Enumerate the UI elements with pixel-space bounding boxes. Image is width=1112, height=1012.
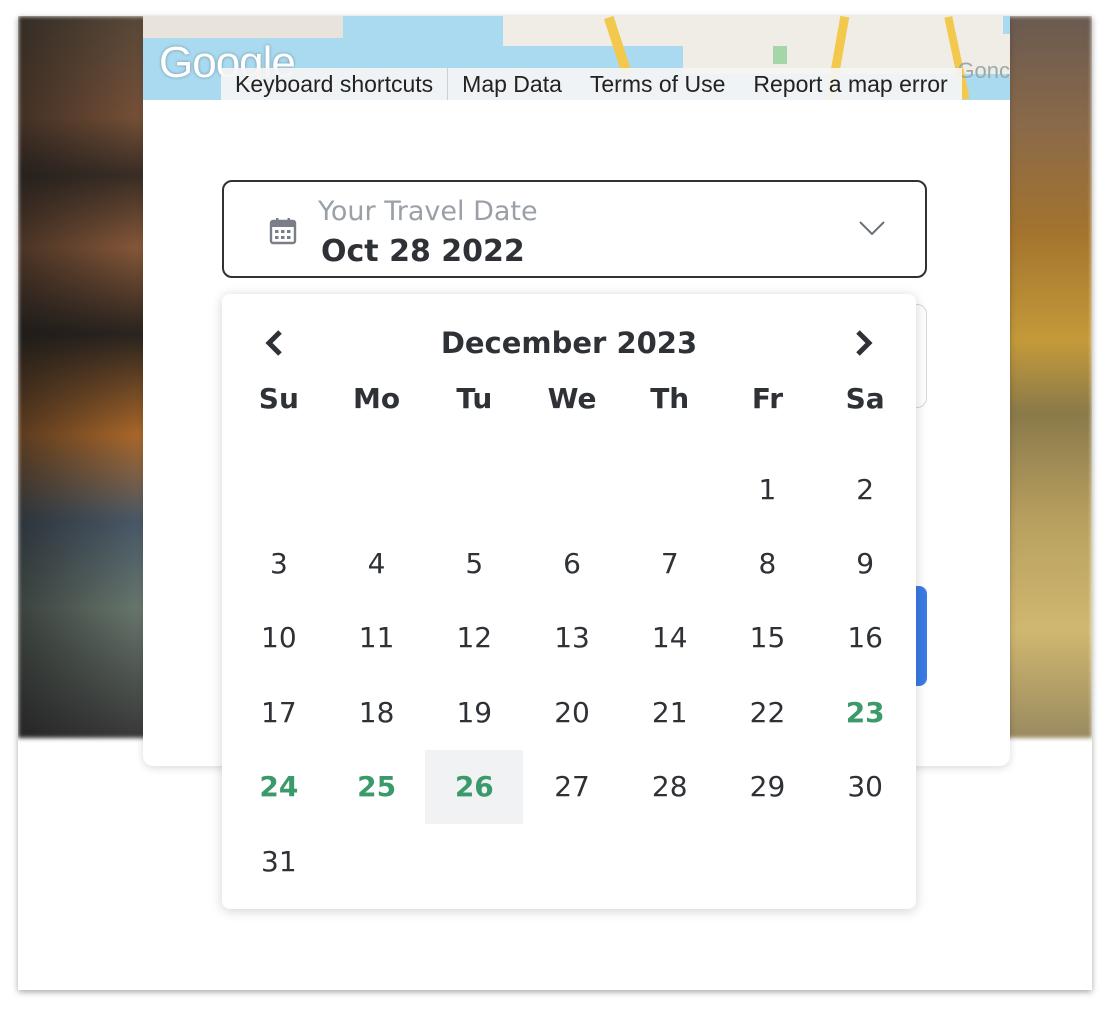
calendar-weeks: 1 2 3 4 5 6 7 8 9 10 11 12 13 14 15 16 17 18 19 20 21 22 23 24 2…	[230, 452, 914, 898]
report-map-error-link[interactable]: Report a map error	[739, 71, 961, 98]
weekday-label: Th	[650, 382, 690, 415]
weekday-label: Sa	[845, 382, 885, 415]
calendar-day[interactable]: 24	[230, 750, 328, 824]
calendar-day[interactable]: 6	[523, 526, 621, 600]
keyboard-shortcuts-link[interactable]: Keyboard shortcuts	[221, 71, 447, 98]
travel-date-field[interactable]: Your Travel Date Oct 28 2022	[222, 180, 927, 278]
calendar-day[interactable]: 8	[719, 526, 817, 600]
calendar-day[interactable]: 9	[816, 526, 914, 600]
chevron-down-icon[interactable]	[859, 220, 885, 236]
calendar-day[interactable]: 12	[425, 601, 523, 675]
calendar-month-label: December 2023	[440, 326, 698, 360]
calendar-empty-cell	[621, 824, 719, 898]
chevron-right-icon[interactable]	[848, 328, 878, 358]
travel-date-value: Oct 28 2022	[321, 234, 525, 269]
calendar-week-row: 10 11 12 13 14 15 16	[230, 601, 914, 675]
calendar-day[interactable]: 1	[719, 452, 817, 526]
calendar-day[interactable]: 21	[621, 675, 719, 749]
calendar-day[interactable]: 29	[719, 750, 817, 824]
weekday-label: Fr	[751, 382, 784, 415]
calendar-empty-cell	[425, 452, 523, 526]
calendar-day[interactable]: 10	[230, 601, 328, 675]
calendar-day[interactable]: 7	[621, 526, 719, 600]
calendar-day[interactable]: 19	[425, 675, 523, 749]
calendar-day[interactable]: 23	[816, 675, 914, 749]
calendar-day[interactable]: 5	[425, 526, 523, 600]
travel-date-label: Your Travel Date	[318, 196, 538, 227]
calendar-day[interactable]: 4	[328, 526, 426, 600]
calendar-empty-cell	[523, 824, 621, 898]
calendar-week-row: 31	[230, 824, 914, 898]
map-widget[interactable]: Google Gonc Keyboard shortcuts Map Data …	[143, 16, 1010, 100]
calendar-empty-cell	[816, 824, 914, 898]
calendar-week-row: 24 25 26 27 28 29 30	[230, 749, 914, 824]
calendar-grid: Su Mo Tu We Th Fr Sa 1 2 3 4 5 6 7 8 9 10 11 12 13 14…	[230, 378, 914, 898]
map-place-label: Gonc	[957, 58, 1010, 83]
calendar-day[interactable]: 18	[328, 675, 426, 749]
calendar-day[interactable]: 31	[230, 824, 328, 898]
calendar-day[interactable]: 30	[816, 750, 914, 824]
calendar-day[interactable]: 11	[328, 601, 426, 675]
weekday-label: We	[547, 382, 597, 415]
calendar-day[interactable]: 20	[523, 675, 621, 749]
weekday-label: Mo	[353, 382, 401, 415]
date-picker-popup: December 2023 Su Mo Tu We Th Fr Sa 12345…	[222, 294, 916, 909]
calendar-day[interactable]: 16	[816, 601, 914, 675]
weekday-label: Tu	[456, 382, 493, 415]
calendar-day[interactable]: 17	[230, 675, 328, 749]
calendar-header: December 2023	[222, 322, 916, 362]
terms-of-use-link[interactable]: Terms of Use	[576, 71, 739, 98]
calendar-empty-cell	[425, 824, 523, 898]
calendar-day[interactable]: 22	[719, 675, 817, 749]
calendar-day[interactable]: 15	[719, 601, 817, 675]
calendar-week-row: 17 18 19 20 21 22 23	[230, 675, 914, 749]
calendar-empty-cell	[328, 824, 426, 898]
browser-viewport: Google Gonc Keyboard shortcuts Map Data …	[18, 16, 1092, 990]
calendar-day[interactable]: 3	[230, 526, 328, 600]
weekday-header-row: Su Mo Tu We Th Fr Sa	[230, 378, 914, 452]
weekday-label: Su	[258, 382, 299, 415]
calendar-day[interactable]: 13	[523, 601, 621, 675]
calendar-empty-cell	[719, 824, 817, 898]
calendar-empty-cell	[230, 452, 328, 526]
map-data-link[interactable]: Map Data	[448, 71, 576, 98]
map-footer: Keyboard shortcuts Map Data Terms of Use…	[221, 68, 962, 100]
calendar-day[interactable]: 27	[523, 750, 621, 824]
calendar-day[interactable]: 26	[425, 749, 524, 824]
background-photo-strip	[1008, 16, 1092, 738]
calendar-day[interactable]: 28	[621, 750, 719, 824]
calendar-empty-cell	[523, 452, 621, 526]
calendar-empty-cell	[328, 452, 426, 526]
calendar-day[interactable]: 14	[621, 601, 719, 675]
calendar-icon	[269, 218, 297, 245]
calendar-empty-cell	[621, 452, 719, 526]
calendar-week-row: 12	[230, 452, 914, 526]
calendar-day[interactable]: 25	[328, 750, 426, 824]
calendar-week-row: 3456789	[230, 526, 914, 600]
calendar-day[interactable]: 2	[816, 452, 914, 526]
